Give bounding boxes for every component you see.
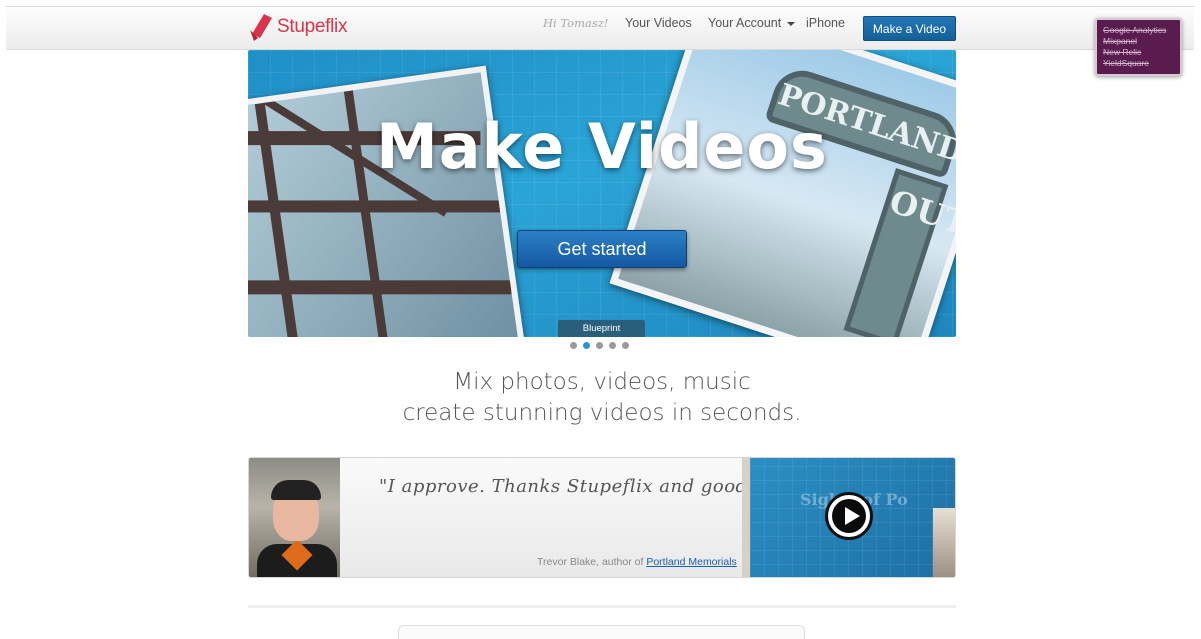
slide-dot[interactable] — [596, 342, 603, 349]
make-a-video-button[interactable]: Make a Video — [863, 16, 956, 41]
tracker-item: Mixpanel — [1103, 36, 1138, 46]
user-greeting: Hi Tomasz! — [543, 16, 609, 30]
slide-dot[interactable] — [609, 342, 616, 349]
nav-your-account-label: Your Account — [708, 16, 782, 30]
slide-caption: Blueprint — [558, 320, 645, 337]
testimonial-attribution: Trevor Blake, author of Portland Memoria… — [537, 556, 737, 568]
tagline-line-2: create stunning videos in seconds. — [402, 400, 802, 426]
portland-sign-vertical: OUT — [843, 168, 956, 337]
testimonial-card: "I approve. Thanks Stupeflix and good lu… — [248, 457, 956, 578]
testimonial-video-thumbnail[interactable]: Sights of Po — [742, 458, 955, 577]
logo-text: Stupeflix — [277, 16, 348, 37]
portland-memorials-link[interactable]: Portland Memorials — [646, 556, 736, 568]
stupeflix-logo[interactable]: Stupeflix — [248, 11, 347, 43]
stupeflix-logo-icon — [248, 12, 274, 42]
tracker-item: New Relic — [1103, 47, 1142, 57]
play-icon[interactable] — [825, 492, 873, 540]
tagline-line-1: Mix photos, videos, music — [453, 369, 751, 395]
video-side-photo — [933, 508, 955, 577]
portland-sign-photo: PORTLAND OUT — [609, 50, 956, 337]
attribution-author: Trevor Blake, author of — [537, 556, 647, 568]
nav-iphone[interactable]: iPhone — [806, 16, 845, 30]
tracker-item: YieldSquare — [1103, 58, 1149, 68]
hero-title: Make Videos — [376, 110, 828, 183]
slide-dot[interactable] — [570, 342, 577, 349]
nav-your-videos[interactable]: Your Videos — [625, 16, 692, 30]
slide-indicator — [570, 342, 629, 349]
tracker-item: Google Analytics — [1103, 25, 1167, 35]
avatar — [249, 458, 340, 577]
section-divider — [248, 605, 956, 608]
hero-slideshow[interactable]: PORTLAND OUT Make Videos Get started Blu… — [248, 50, 956, 337]
slide-dot[interactable] — [622, 342, 629, 349]
fire-escape-photo — [248, 65, 528, 337]
get-started-button[interactable]: Get started — [517, 230, 687, 268]
slide-dot-active[interactable] — [583, 342, 590, 349]
analytics-trackers-badge[interactable]: Google Analytics Mixpanel New Relic Yiel… — [1095, 18, 1182, 76]
next-section-box — [398, 625, 805, 639]
chevron-down-icon — [787, 21, 796, 26]
nav-your-account[interactable]: Your Account — [708, 16, 796, 30]
